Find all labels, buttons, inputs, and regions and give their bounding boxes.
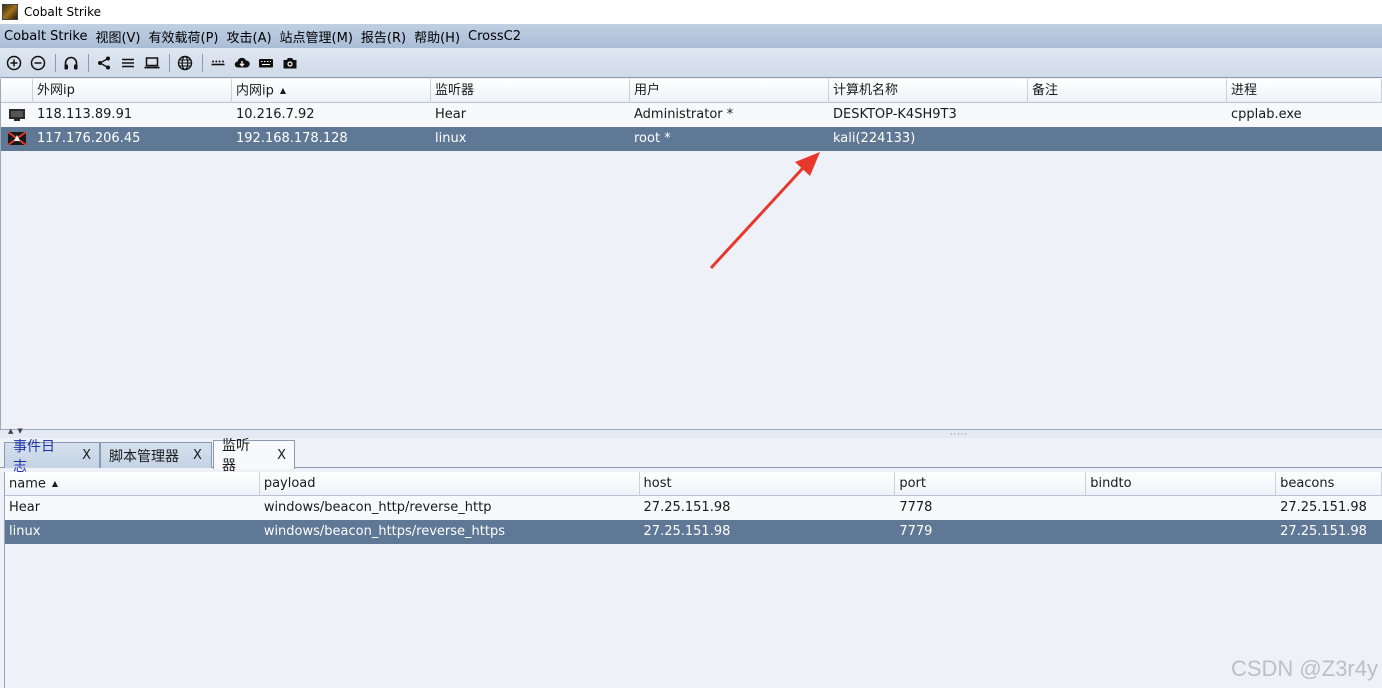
- list-icon[interactable]: [117, 52, 139, 74]
- column-header-payload[interactable]: payload: [260, 472, 640, 496]
- cell-listener: Hear: [435, 107, 467, 122]
- tab-label: 事件日志: [13, 438, 55, 475]
- cell-beacons: 27.25.151.98: [1280, 500, 1367, 515]
- sort-ascending-icon: ▲: [51, 479, 59, 488]
- add-icon[interactable]: [3, 52, 25, 74]
- table-row[interactable]: 118.113.89.91 10.216.7.92 Hear Administr…: [1, 103, 1382, 127]
- splitter-collapse-arrows-icon[interactable]: ▲▼: [8, 427, 27, 435]
- tab-script-manager[interactable]: 脚本管理器 X: [100, 442, 212, 468]
- sort-ascending-icon: ▲: [279, 86, 287, 95]
- column-header-icon[interactable]: [1, 79, 33, 103]
- title-bar: Cobalt Strike: [0, 0, 1382, 24]
- tab-listeners[interactable]: 监听器 X: [213, 438, 295, 474]
- cell-user: Administrator *: [634, 107, 734, 122]
- cell-external-ip: 117.176.206.45: [37, 131, 141, 146]
- column-header-note[interactable]: 备注: [1028, 79, 1227, 103]
- menu-reporting[interactable]: 报告(R): [361, 27, 406, 46]
- menu-attacks[interactable]: 攻击(A): [227, 27, 272, 46]
- cell-process: cpplab.exe: [1231, 107, 1302, 122]
- globe-icon[interactable]: [174, 52, 196, 74]
- table-row[interactable]: linux windows/beacon_https/reverse_https…: [5, 520, 1382, 544]
- sessions-table: 外网ip 内网ip ▲ 监听器 用户 计算机名称 备注 进程 118.113.89…: [0, 79, 1382, 430]
- share-icon[interactable]: [93, 52, 115, 74]
- tab-label: 监听器: [222, 438, 250, 474]
- cell-name: linux: [9, 524, 41, 539]
- dots-icon[interactable]: [207, 52, 229, 74]
- column-header-process[interactable]: 进程: [1227, 79, 1382, 103]
- sessions-table-header: 外网ip 内网ip ▲ 监听器 用户 计算机名称 备注 进程: [1, 79, 1382, 103]
- cell-internal-ip: 10.216.7.92: [236, 107, 315, 122]
- toolbar: [0, 48, 1382, 78]
- menu-help[interactable]: 帮助(H): [414, 27, 460, 46]
- cell-computer: kali(224133): [833, 131, 916, 146]
- column-header-internal-ip[interactable]: 内网ip ▲: [232, 79, 431, 103]
- camera-icon[interactable]: [279, 52, 301, 74]
- column-header-listener[interactable]: 监听器: [431, 79, 630, 103]
- menu-site-management[interactable]: 站点管理(M): [280, 27, 353, 46]
- cell-beacons: 27.25.151.98: [1280, 524, 1367, 539]
- headphones-icon[interactable]: [60, 52, 82, 74]
- cell-listener: linux: [435, 131, 467, 146]
- window-title: Cobalt Strike: [24, 5, 102, 19]
- remove-icon[interactable]: [27, 52, 49, 74]
- table-row[interactable]: Hear windows/beacon_http/reverse_http 27…: [5, 496, 1382, 520]
- column-header-name[interactable]: name ▲: [5, 472, 260, 496]
- table-row[interactable]: 117.176.206.45 192.168.178.128 linux roo…: [1, 127, 1382, 151]
- cell-user: root *: [634, 131, 671, 146]
- cell-port: 7779: [899, 524, 933, 539]
- windows-session-icon: [1, 107, 33, 123]
- cell-internal-ip: 192.168.178.128: [236, 131, 348, 146]
- column-header-computer[interactable]: 计算机名称: [829, 79, 1028, 103]
- cell-payload: windows/beacon_https/reverse_https: [263, 524, 506, 539]
- listeners-table: name ▲ payload host port bindto beacons H…: [4, 472, 1382, 688]
- laptop-icon[interactable]: [141, 52, 163, 74]
- tab-close-button[interactable]: X: [193, 448, 202, 463]
- cell-host: 27.25.151.98: [643, 500, 731, 515]
- column-header-external-ip[interactable]: 外网ip: [33, 79, 232, 103]
- tab-event-log[interactable]: 事件日志 X: [4, 439, 100, 475]
- tab-close-button[interactable]: X: [277, 448, 286, 463]
- column-header-host[interactable]: host: [640, 472, 896, 496]
- tab-label: 脚本管理器: [109, 448, 179, 465]
- toolbar-separator: [55, 53, 56, 72]
- menu-bar: Cobalt Strike 视图(V) 有效载荷(P) 攻击(A) 站点管理(M…: [0, 24, 1382, 48]
- menu-crossc2[interactable]: CrossC2: [468, 29, 521, 44]
- menu-view[interactable]: 视图(V): [95, 27, 140, 46]
- cell-name: Hear: [9, 500, 41, 515]
- listeners-table-header: name ▲ payload host port bindto beacons: [5, 472, 1382, 496]
- column-header-user[interactable]: 用户: [630, 79, 829, 103]
- column-header-beacons[interactable]: beacons: [1276, 472, 1382, 496]
- toolbar-separator: [169, 53, 170, 72]
- cell-external-ip: 118.113.89.91: [37, 107, 133, 122]
- watermark: CSDN @Z3r4y: [1230, 656, 1378, 681]
- column-header-bindto[interactable]: bindto: [1086, 472, 1277, 496]
- toolbar-separator: [88, 53, 89, 72]
- cell-payload: windows/beacon_http/reverse_http: [263, 500, 492, 515]
- app-logo-icon: [2, 4, 18, 20]
- column-header-port[interactable]: port: [895, 472, 1087, 496]
- cell-port: 7778: [899, 500, 933, 515]
- cloud-download-icon[interactable]: [231, 52, 253, 74]
- panel-splitter[interactable]: ▲▼ ·····: [0, 427, 1382, 439]
- tab-bar: 事件日志 X 脚本管理器 X 监听器 X: [0, 438, 1382, 475]
- menu-payloads[interactable]: 有效载荷(P): [149, 27, 219, 46]
- cell-host: 27.25.151.98: [643, 524, 731, 539]
- tab-close-button[interactable]: X: [82, 448, 91, 463]
- keyboard-icon[interactable]: [255, 52, 277, 74]
- linux-session-icon: [1, 130, 33, 148]
- toolbar-separator: [202, 53, 203, 72]
- menu-cobalt-strike[interactable]: Cobalt Strike: [4, 29, 87, 44]
- cell-computer: DESKTOP-K4SH9T3: [833, 107, 957, 122]
